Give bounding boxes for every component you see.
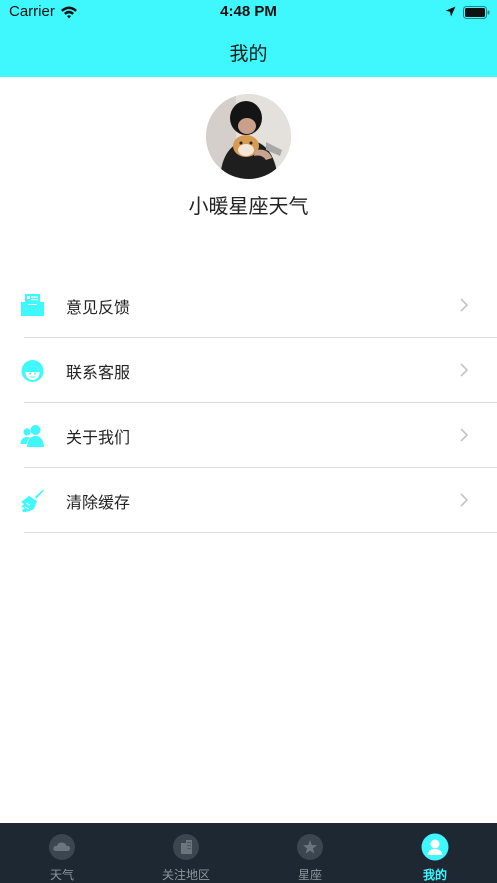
about-us-icon xyxy=(20,425,44,447)
tab-weather[interactable]: 天气 xyxy=(0,823,124,883)
page-title: 我的 xyxy=(229,43,268,65)
feedback-icon xyxy=(21,294,44,316)
avatar-photo xyxy=(206,94,291,179)
avatar[interactable] xyxy=(206,94,291,179)
chevron-right-icon xyxy=(460,363,469,377)
location-icon xyxy=(445,6,456,17)
building-icon xyxy=(173,834,199,860)
menu-item-label: 关于我们 xyxy=(66,428,131,447)
star-icon xyxy=(297,834,323,860)
battery-icon xyxy=(463,6,490,19)
status-time: 4:48 PM xyxy=(220,3,277,20)
tab-label: 我的 xyxy=(422,868,447,882)
tab-label: 关注地区 xyxy=(161,868,210,882)
tab-constellation[interactable]: 星座 xyxy=(248,823,372,883)
chevron-right-icon xyxy=(460,493,469,507)
menu-item-label: 意见反馈 xyxy=(66,298,131,317)
tab-mine[interactable]: 我的 xyxy=(373,823,497,883)
chevron-right-icon xyxy=(460,298,469,312)
cloud-icon xyxy=(49,834,75,860)
menu-item-feedback[interactable]: 意见反馈 xyxy=(0,273,497,338)
customer-service-icon xyxy=(21,360,44,382)
tab-bar: 天气 关注地区 星座 我的 xyxy=(0,823,497,883)
chevron-right-icon xyxy=(460,428,469,442)
tab-label: 天气 xyxy=(49,868,74,882)
profile-section: 小暖星座天气 xyxy=(0,94,497,224)
status-bar: Carrier 4:48 PM xyxy=(0,0,497,26)
tab-label: 星座 xyxy=(297,868,322,882)
menu-item-about-us[interactable]: 关于我们 xyxy=(0,403,497,468)
profile-name: 小暖星座天气 xyxy=(188,194,309,218)
menu-item-customer-service[interactable]: 联系客服 xyxy=(0,338,497,403)
divider xyxy=(24,532,497,533)
settings-menu: 意见反馈 联系客服 关于我们 清除缓存 xyxy=(0,273,497,533)
menu-item-label: 联系客服 xyxy=(66,363,131,382)
tab-followed-regions[interactable]: 关注地区 xyxy=(124,823,248,883)
person-icon xyxy=(421,833,449,861)
broom-icon xyxy=(21,489,44,512)
menu-item-label: 清除缓存 xyxy=(66,493,131,512)
header: Carrier 4:48 PM 我的 xyxy=(0,0,497,77)
menu-item-clear-cache[interactable]: 清除缓存 xyxy=(0,468,497,533)
